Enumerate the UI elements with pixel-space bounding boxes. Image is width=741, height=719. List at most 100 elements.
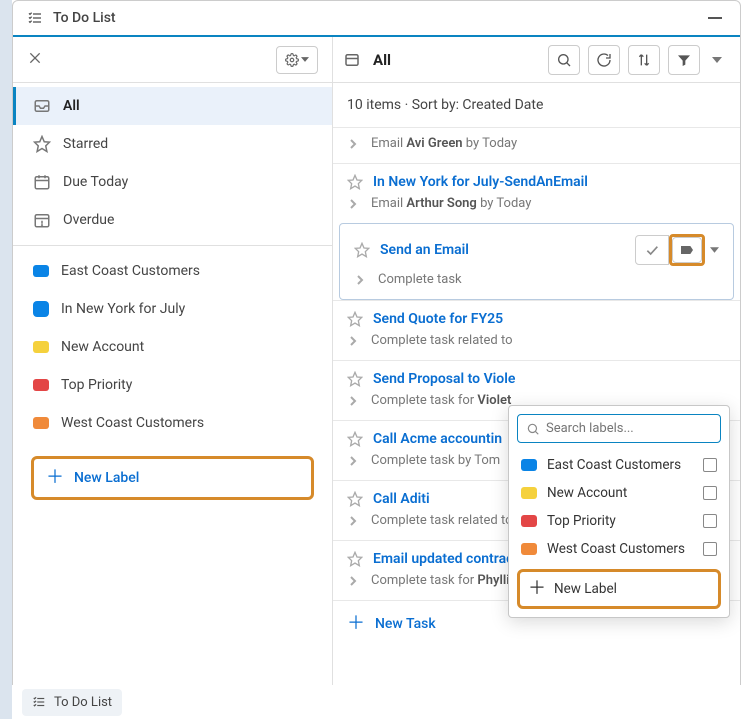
nav-label: Overdue bbox=[63, 212, 114, 228]
checkbox[interactable] bbox=[703, 486, 717, 500]
filter-icon bbox=[676, 52, 692, 68]
refresh-icon bbox=[596, 52, 612, 68]
sort-button[interactable] bbox=[628, 45, 660, 75]
chevron-right-icon bbox=[349, 575, 361, 587]
caret-down-icon bbox=[712, 57, 722, 63]
label-option-text: Top Priority bbox=[547, 513, 616, 529]
footer-todo-button[interactable]: To Do List bbox=[22, 689, 122, 716]
task-item[interactable]: In New York for July-SendAnEmail Email A… bbox=[333, 163, 740, 223]
chevron-right-icon bbox=[349, 198, 361, 210]
label-option[interactable]: West Coast Customers bbox=[517, 535, 721, 563]
task-title[interactable]: Send an Email bbox=[380, 242, 469, 258]
complete-task-button[interactable] bbox=[635, 235, 669, 265]
sidebar-nav: All Starred Due Today Overdue bbox=[13, 83, 332, 243]
task-title[interactable]: Email updated contract bbox=[373, 551, 518, 567]
task-actions-dropdown[interactable] bbox=[705, 235, 723, 265]
filter-button[interactable] bbox=[668, 45, 700, 75]
sidebar-toolbar bbox=[13, 37, 332, 83]
task-item[interactable]: Email Avi Green by Today bbox=[333, 127, 740, 163]
new-task-label: New Task bbox=[375, 616, 436, 632]
label-color-chip bbox=[33, 301, 49, 317]
plus-icon: ＋ bbox=[46, 469, 64, 487]
checkbox[interactable] bbox=[703, 542, 717, 556]
sidebar-new-label-highlight: ＋ New Label bbox=[31, 456, 314, 500]
star-icon[interactable] bbox=[347, 174, 363, 190]
footer-label: To Do List bbox=[54, 695, 112, 710]
plus-icon: ＋ bbox=[528, 580, 546, 598]
sidebar-label-east-coast[interactable]: East Coast Customers bbox=[13, 252, 332, 290]
label-search-field[interactable] bbox=[517, 414, 721, 443]
task-subtext: Complete task for Violet bbox=[371, 393, 511, 408]
sidebar: All Starred Due Today Overdue bbox=[13, 37, 333, 718]
caret-down-icon bbox=[710, 247, 719, 253]
close-sidebar-button[interactable] bbox=[27, 50, 47, 70]
star-icon[interactable] bbox=[347, 311, 363, 327]
refresh-button[interactable] bbox=[588, 45, 620, 75]
task-title[interactable]: Send Quote for FY25 bbox=[373, 311, 503, 327]
minimize-button[interactable] bbox=[708, 17, 722, 19]
todo-list-icon bbox=[32, 695, 46, 709]
nav-item-starred[interactable]: Starred bbox=[13, 125, 332, 163]
label-option[interactable]: Top Priority bbox=[517, 507, 721, 535]
left-decor-strip bbox=[0, 0, 12, 719]
footer-bar: To Do List bbox=[12, 685, 741, 719]
nav-item-due-today[interactable]: Due Today bbox=[13, 163, 332, 201]
nav-label: Due Today bbox=[63, 174, 128, 190]
nav-label: In New York for July bbox=[61, 301, 185, 317]
label-option[interactable]: East Coast Customers bbox=[517, 451, 721, 479]
sidebar-label-ny-july[interactable]: In New York for July bbox=[13, 290, 332, 328]
popup-new-label-button[interactable]: ＋ New Label bbox=[520, 572, 718, 606]
label-option-text: East Coast Customers bbox=[547, 457, 681, 473]
label-task-button[interactable] bbox=[672, 237, 702, 263]
inbox-icon bbox=[33, 97, 51, 115]
more-dropdown-button[interactable] bbox=[708, 57, 726, 63]
filter-title: All bbox=[373, 51, 540, 69]
label-color-chip bbox=[521, 487, 537, 499]
sidebar-label-top-priority[interactable]: Top Priority bbox=[13, 366, 332, 404]
task-title[interactable]: Call Acme accountin bbox=[373, 431, 502, 447]
task-title[interactable]: Call Aditi bbox=[373, 491, 430, 507]
checkbox[interactable] bbox=[703, 514, 717, 528]
label-color-chip bbox=[33, 379, 49, 391]
task-title[interactable]: In New York for July-SendAnEmail bbox=[373, 174, 588, 190]
checkbox[interactable] bbox=[703, 458, 717, 472]
new-label-text: New Label bbox=[74, 470, 139, 486]
popup-new-label-highlight: ＋ New Label bbox=[517, 569, 721, 609]
nav-item-all[interactable]: All bbox=[13, 87, 332, 125]
task-actions bbox=[635, 234, 723, 266]
task-item[interactable]: Send Quote for FY25 Complete task relate… bbox=[333, 300, 740, 360]
label-icon bbox=[679, 242, 695, 258]
label-color-chip bbox=[521, 543, 537, 555]
star-icon[interactable] bbox=[347, 431, 363, 447]
star-icon[interactable] bbox=[347, 551, 363, 567]
main-panel: All 10 items · Sort by: Created Date Ema… bbox=[333, 37, 740, 718]
task-item-selected[interactable]: Send an Email Complete task bbox=[339, 223, 734, 300]
star-icon[interactable] bbox=[347, 491, 363, 507]
nav-label: East Coast Customers bbox=[61, 263, 200, 279]
settings-dropdown-button[interactable] bbox=[276, 46, 318, 74]
chevron-right-icon bbox=[349, 138, 361, 150]
chevron-right-icon bbox=[349, 455, 361, 467]
star-icon[interactable] bbox=[354, 242, 370, 258]
popup-new-label-text: New Label bbox=[554, 581, 617, 597]
sidebar-label-new-account[interactable]: New Account bbox=[13, 328, 332, 366]
nav-label: West Coast Customers bbox=[61, 415, 204, 431]
label-option-text: West Coast Customers bbox=[547, 541, 685, 557]
nav-item-overdue[interactable]: Overdue bbox=[13, 201, 332, 239]
gear-icon bbox=[285, 53, 299, 67]
overdue-icon bbox=[33, 211, 51, 229]
todo-list-icon bbox=[27, 10, 43, 26]
star-icon[interactable] bbox=[347, 371, 363, 387]
label-search-input[interactable] bbox=[546, 421, 712, 436]
label-option[interactable]: New Account bbox=[517, 479, 721, 507]
new-label-button[interactable]: ＋ New Label bbox=[34, 459, 311, 497]
sidebar-label-west-coast[interactable]: West Coast Customers bbox=[13, 404, 332, 442]
label-color-chip bbox=[521, 515, 537, 527]
chevron-right-icon bbox=[356, 274, 368, 286]
label-option-text: New Account bbox=[547, 485, 627, 501]
task-subtext: Complete task by Tom bbox=[371, 453, 500, 468]
sidebar-labels: East Coast Customers In New York for Jul… bbox=[13, 248, 332, 446]
task-title[interactable]: Send Proposal to Viole bbox=[373, 371, 515, 387]
nav-label: New Account bbox=[61, 339, 144, 355]
search-button[interactable] bbox=[548, 45, 580, 75]
